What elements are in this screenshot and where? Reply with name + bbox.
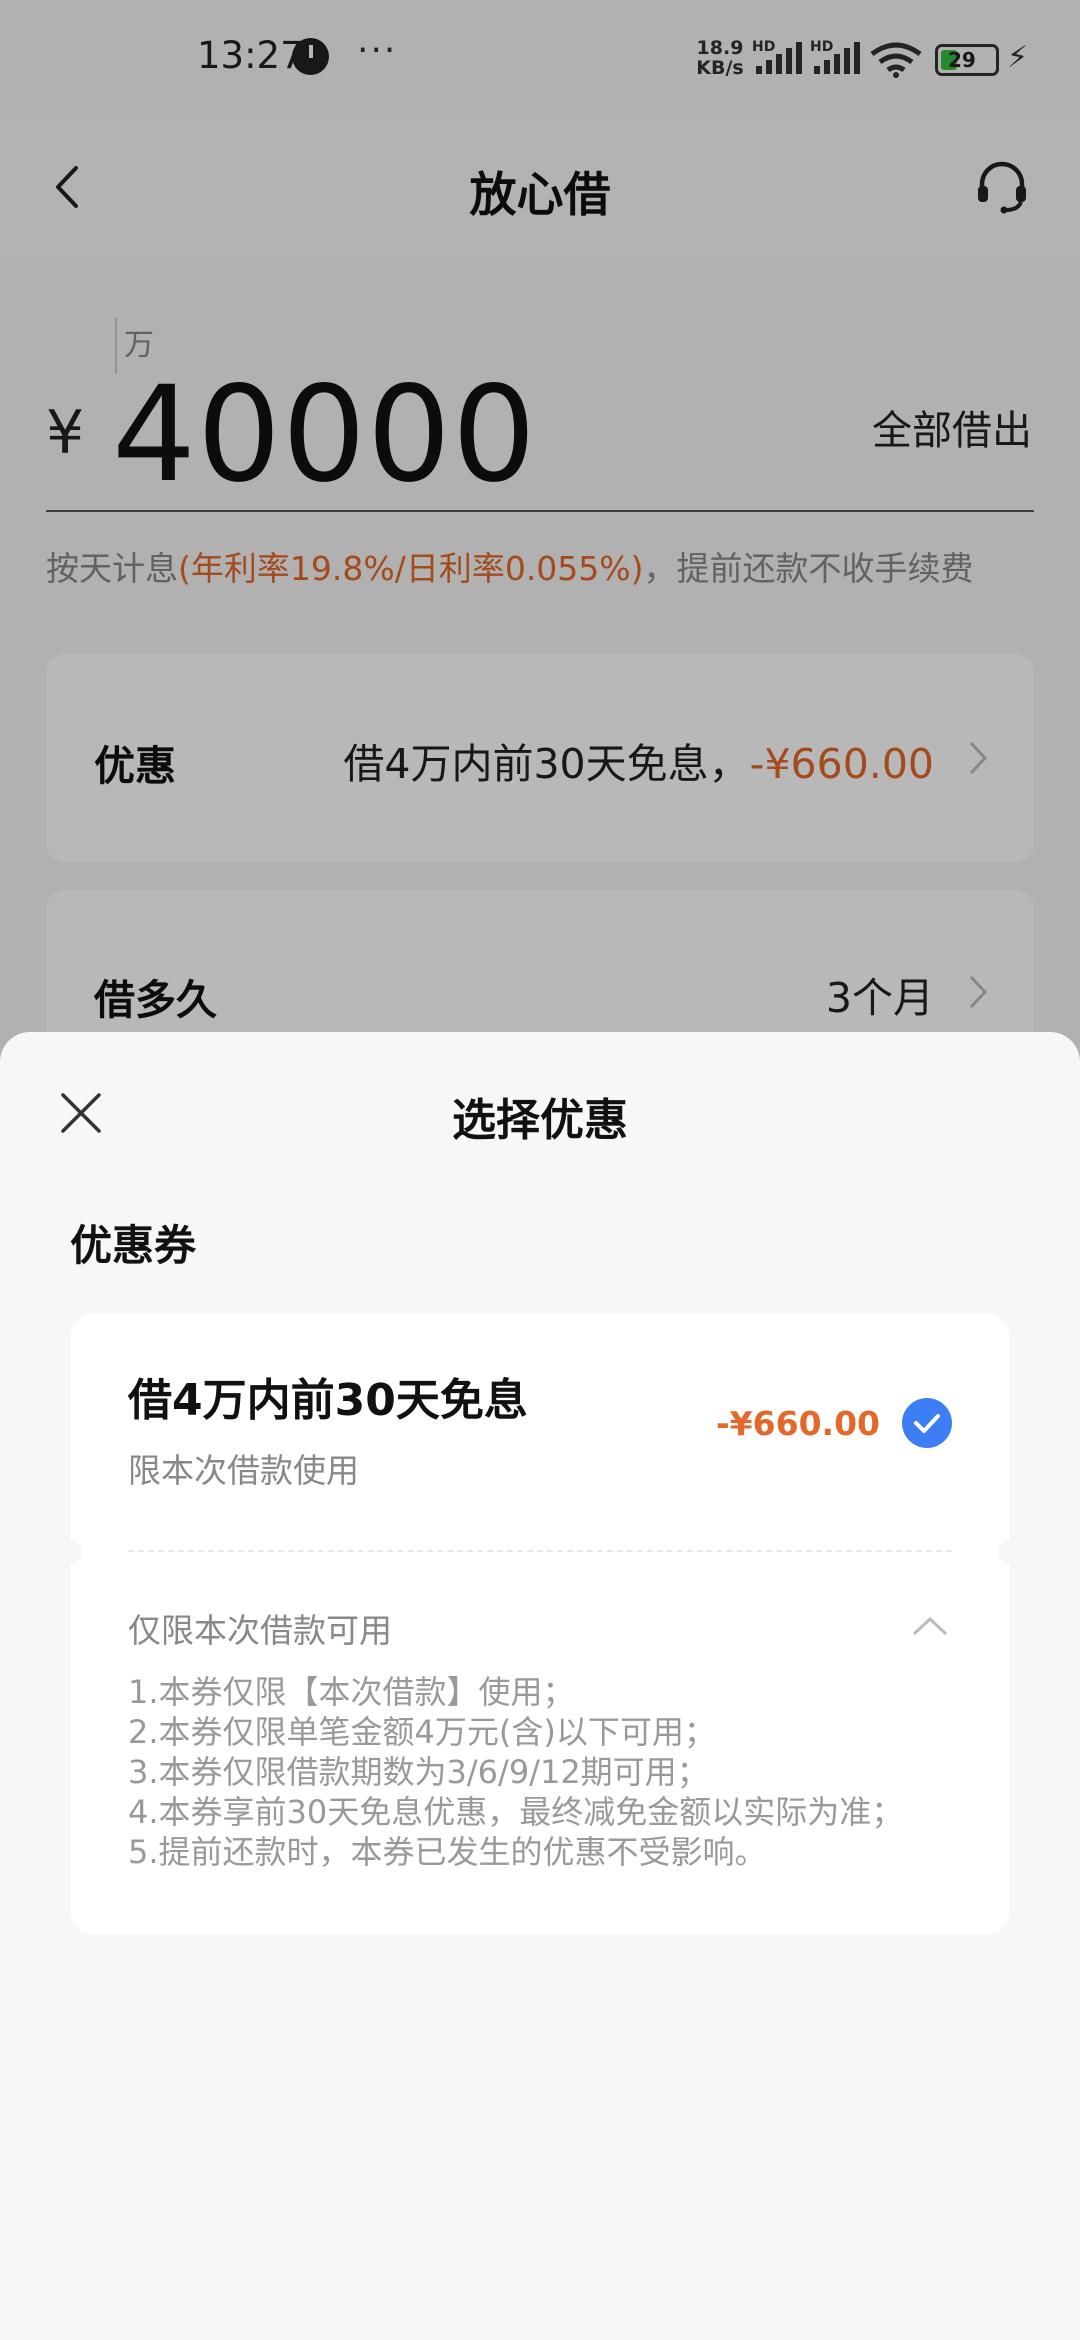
rule-item: 2.本券仅限单笔金额4万元(含)以下可用； (128, 1713, 716, 1751)
coupon-section-title: 优惠券 (70, 1221, 197, 1270)
chevron-up-icon[interactable] (912, 1616, 948, 1636)
coupon-divider (128, 1550, 952, 1552)
select-discount-sheet: 选择优惠 优惠券 借4万内前30天免息 限本次借款使用 -¥660.00 仅限本… (0, 1032, 1080, 2340)
rule-item: 4.本券享前30天免息优惠，最终减免金额以实际为准； (128, 1793, 904, 1831)
coupon-amount: -¥660.00 (715, 1404, 880, 1443)
page: 13:27 ··· 18.9 KB/s HD HD 29 ⚡ 放心借 万 ¥ 4… (0, 0, 1080, 2340)
rule-item: 1.本券仅限【本次借款】使用； (128, 1673, 575, 1711)
rule-item: 5.提前还款时，本券已发生的优惠不受影响。 (128, 1833, 767, 1871)
coupon-name: 借4万内前30天免息 (128, 1375, 528, 1426)
sheet-title: 选择优惠 (452, 1095, 628, 1146)
coupon-notch (58, 1540, 82, 1564)
rules-title[interactable]: 仅限本次借款可用 (128, 1604, 392, 1652)
rule-item: 3.本券仅限借款期数为3/6/9/12期可用； (128, 1753, 709, 1791)
coupon-notch (998, 1540, 1022, 1564)
coupon-card[interactable]: 借4万内前30天免息 限本次借款使用 -¥660.00 仅限本次借款可用 1.本… (58, 1314, 1022, 1934)
rules-text: 1.本券仅限【本次借款】使用； 2.本券仅限单笔金额4万元(含)以下可用； 3.… (128, 1672, 928, 1872)
coupon-subtitle: 限本次借款使用 (128, 1451, 359, 1490)
check-icon[interactable] (902, 1398, 952, 1448)
